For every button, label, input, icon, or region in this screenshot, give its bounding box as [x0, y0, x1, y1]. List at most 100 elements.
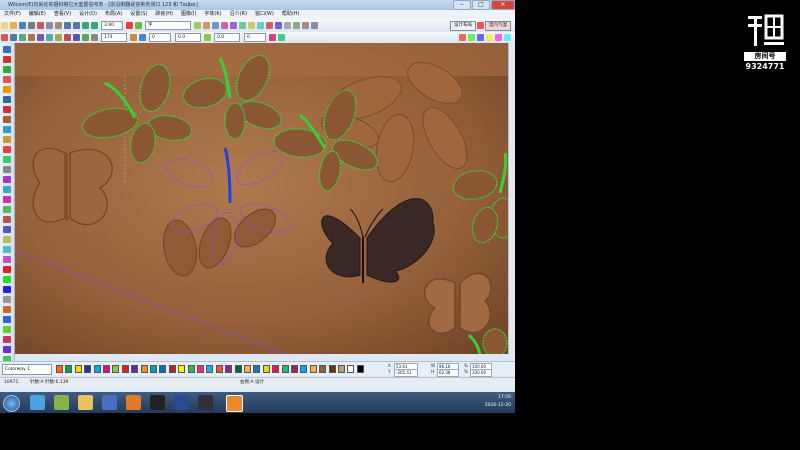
blend-tool-icon[interactable]: [3, 286, 11, 293]
rotate-icon[interactable]: [46, 34, 53, 41]
color-swatch[interactable]: [168, 365, 176, 373]
zoom-out-icon[interactable]: [91, 22, 98, 29]
backstitch-tool-icon[interactable]: [3, 126, 11, 133]
color-swatch[interactable]: [215, 365, 223, 373]
stitch-type-select[interactable]: 字: [145, 21, 191, 30]
color-swatch[interactable]: [338, 365, 345, 373]
tool-h-icon[interactable]: [257, 22, 264, 29]
prop-j-icon[interactable]: [495, 34, 502, 41]
auto-trim-tool-icon[interactable]: [3, 346, 11, 353]
color-swatch[interactable]: [356, 365, 364, 373]
app-icon-7[interactable]: [174, 395, 189, 410]
knife-tool-icon[interactable]: [3, 66, 11, 73]
scale-icon[interactable]: [55, 34, 62, 41]
ie-icon[interactable]: [30, 395, 45, 410]
color-swatch[interactable]: [56, 365, 63, 373]
fill-icon[interactable]: [135, 22, 142, 29]
lettering-tool-icon[interactable]: [3, 166, 11, 173]
circle-tool-icon[interactable]: [3, 146, 11, 153]
media-icon[interactable]: [102, 395, 117, 410]
folder-icon[interactable]: [78, 395, 93, 410]
color-swatch[interactable]: [84, 365, 92, 373]
colorway-select[interactable]: Colorway 1: [2, 364, 52, 375]
mirror-icon[interactable]: [37, 34, 44, 41]
prop-g-icon[interactable]: [468, 34, 475, 41]
color-swatch[interactable]: [93, 365, 101, 373]
reshape-icon[interactable]: [10, 34, 17, 41]
close-button[interactable]: ✕: [491, 0, 515, 10]
minimize-button[interactable]: –: [453, 0, 471, 10]
color-swatch[interactable]: [319, 365, 327, 373]
angle-field[interactable]: 174: [101, 33, 127, 42]
color-swatch[interactable]: [197, 365, 204, 373]
zoom-in-icon[interactable]: [82, 22, 89, 29]
order-icon[interactable]: [73, 34, 80, 41]
column-a-tool-icon[interactable]: [3, 76, 11, 83]
measure-tool-icon[interactable]: [3, 296, 11, 303]
design-layout-button[interactable]: 设计布局: [450, 20, 476, 31]
prop-a-icon[interactable]: [130, 34, 137, 41]
app-icon-8[interactable]: [198, 395, 213, 410]
color-swatch[interactable]: [244, 365, 251, 373]
menu-path[interactable]: 沿介(R): [226, 10, 251, 19]
prop-c-icon[interactable]: [204, 34, 211, 41]
design-canvas[interactable]: [15, 43, 512, 354]
triple-run-tool-icon[interactable]: [3, 116, 11, 123]
column-b-tool-icon[interactable]: [3, 86, 11, 93]
prop-field-c[interactable]: 0.0: [214, 33, 240, 42]
menu-file[interactable]: 文件(F): [0, 10, 25, 19]
color-swatch[interactable]: [225, 365, 233, 373]
color-swatch[interactable]: [112, 365, 120, 373]
tool-g-icon[interactable]: [248, 22, 255, 29]
monogram-tool-icon[interactable]: [3, 176, 11, 183]
tool-c-icon[interactable]: [212, 22, 219, 29]
menu-font[interactable]: 字体(K): [200, 10, 225, 19]
motif-tool-icon[interactable]: [3, 196, 11, 203]
tool-e-icon[interactable]: [230, 22, 237, 29]
offset-tool-icon[interactable]: [3, 236, 11, 243]
pointer-tool-icon[interactable]: [3, 46, 11, 53]
tool-n-icon[interactable]: [311, 22, 318, 29]
color-swatch[interactable]: [262, 365, 270, 373]
start-end-tool-icon[interactable]: [3, 326, 11, 333]
split-tool-icon[interactable]: [3, 316, 11, 323]
tool-f-icon[interactable]: [239, 22, 246, 29]
tool-i-icon[interactable]: [266, 22, 273, 29]
color-swatch[interactable]: [140, 365, 148, 373]
mode-button[interactable]: 湿汽气湿: [485, 20, 511, 31]
menu-settings[interactable]: 设置(S): [126, 10, 151, 19]
tool-l-icon[interactable]: [293, 22, 300, 29]
run-tool-icon[interactable]: [3, 106, 11, 113]
trapunto-tool-icon[interactable]: [3, 226, 11, 233]
y-field[interactable]: -205.41: [394, 369, 418, 377]
tool-d-icon[interactable]: [221, 22, 228, 29]
prop-f-icon[interactable]: [459, 34, 466, 41]
menu-stitch[interactable]: 跢疫(H): [151, 10, 177, 19]
menu-image[interactable]: 图像(I): [177, 10, 200, 19]
start-button[interactable]: [3, 395, 20, 412]
hole-tool-icon[interactable]: [3, 256, 11, 263]
color-swatch[interactable]: [159, 365, 167, 373]
hide-icon[interactable]: [91, 34, 98, 41]
color-swatch[interactable]: [291, 365, 298, 373]
prop-field-d[interactable]: 0: [244, 33, 266, 42]
maximize-button[interactable]: □: [472, 0, 490, 10]
color-icon[interactable]: [126, 22, 133, 29]
reshape-tool-icon[interactable]: [3, 56, 11, 63]
menu-help[interactable]: 帮助(H): [278, 10, 304, 19]
copy-icon[interactable]: [46, 22, 53, 29]
prop-i-icon[interactable]: [486, 34, 493, 41]
open-folder-icon[interactable]: [10, 22, 17, 29]
color-swatch[interactable]: [187, 365, 195, 373]
tool-k-icon[interactable]: [284, 22, 291, 29]
color-swatch[interactable]: [74, 365, 82, 373]
layout-icon[interactable]: [477, 22, 484, 29]
sequin-tool-icon[interactable]: [3, 206, 11, 213]
tool-b-icon[interactable]: [203, 22, 210, 29]
qq-icon[interactable]: [150, 395, 165, 410]
menu-window[interactable]: 窗口(W): [251, 10, 278, 19]
color-tool-icon[interactable]: [3, 276, 11, 283]
color-swatch[interactable]: [347, 365, 355, 373]
flip-icon[interactable]: [64, 34, 71, 41]
prop-d-icon[interactable]: [269, 34, 276, 41]
